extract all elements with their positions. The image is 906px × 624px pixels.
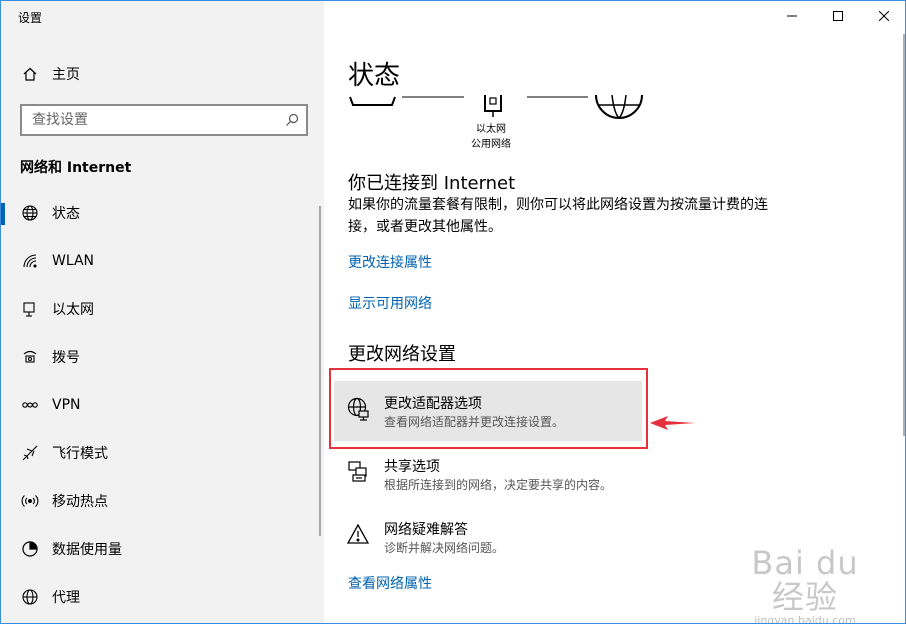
- option-title: 共享选项: [384, 459, 440, 475]
- sidebar-item-proxy[interactable]: 代理: [1, 573, 324, 621]
- sidebar-item-label: 数据使用量: [52, 542, 122, 558]
- minimize-button[interactable]: [769, 1, 815, 31]
- sidebar: 设置 主页 网络和 Internet 状态: [1, 1, 324, 623]
- sidebar-item-ethernet[interactable]: 以太网: [1, 285, 324, 333]
- sidebar-item-status[interactable]: 状态: [1, 189, 324, 237]
- option-description: 查看网络适配器并更改连接设置。: [384, 415, 565, 429]
- warning-icon: [346, 522, 372, 548]
- page-title: 状态: [348, 61, 401, 91]
- baidu-watermark: Bai du 经验 jingyan.baidu.com: [749, 544, 861, 624]
- home-icon: [20, 66, 40, 82]
- maximize-button[interactable]: [815, 1, 861, 31]
- search-icon[interactable]: [284, 112, 300, 132]
- dialup-icon: [20, 347, 40, 367]
- adapter-name: 以太网: [476, 124, 506, 135]
- proxy-globe-icon: [20, 587, 40, 607]
- sidebar-item-label: VPN: [52, 397, 81, 413]
- close-button[interactable]: [861, 1, 905, 31]
- airplane-icon: [20, 443, 40, 463]
- sidebar-item-data-usage[interactable]: 数据使用量: [1, 525, 324, 573]
- settings-window: 设置 主页 网络和 Internet 状态: [0, 0, 906, 624]
- option-description: 根据所连接到的网络，决定要共享的内容。: [384, 478, 613, 492]
- sidebar-item-airplane[interactable]: 飞行模式: [1, 429, 324, 477]
- ethernet-icon: [20, 299, 40, 319]
- home-label: 主页: [52, 67, 80, 83]
- section-title: 网络和 Internet: [20, 160, 132, 176]
- sidebar-item-label: 以太网: [52, 302, 94, 318]
- sharing-options-item[interactable]: 共享选项 根据所连接到的网络，决定要共享的内容。: [334, 444, 642, 504]
- watermark-url: jingyan.baidu.com: [754, 614, 856, 624]
- troubleshoot-item[interactable]: 网络疑难解答 诊断并解决网络问题。: [334, 507, 642, 567]
- sidebar-item-label: 飞行模式: [52, 446, 108, 462]
- option-title: 网络疑难解答: [384, 522, 468, 538]
- search-input[interactable]: [22, 106, 282, 134]
- internet-globe-icon: [595, 94, 643, 119]
- app-title: 设置: [18, 11, 43, 25]
- main-scrollbar[interactable]: [903, 34, 905, 436]
- sidebar-item-dialup[interactable]: 拨号: [1, 333, 324, 381]
- sidebar-item-label: 移动热点: [52, 494, 108, 510]
- sidebar-item-label: 代理: [52, 590, 80, 606]
- option-description: 诊断并解决网络问题。: [384, 541, 505, 555]
- main-content: 状态 以太网 公用网络 你已连接到 Internet 如果你的流量套餐有限制，则…: [324, 1, 905, 624]
- view-network-properties-link[interactable]: 查看网络属性: [348, 573, 432, 593]
- change-connection-properties-link[interactable]: 更改连接属性: [348, 252, 432, 272]
- minimize-icon: [787, 15, 797, 17]
- nav-list: 状态 WLAN 以太网 拨号 VPN 飞行模式 移动热点 数据使用量 代理: [1, 189, 324, 621]
- sidebar-item-vpn[interactable]: VPN: [1, 381, 324, 429]
- connected-description: 如果你的流量套餐有限制，则你可以将此网络设置为按流量计费的连接，或者更改其他属性…: [348, 197, 768, 235]
- red-arrow-icon: [650, 416, 695, 430]
- sidebar-item-wlan[interactable]: WLAN: [1, 237, 324, 285]
- adapter-options-item[interactable]: 更改适配器选项 查看网络适配器并更改连接设置。: [334, 381, 642, 441]
- sidebar-item-label: WLAN: [52, 253, 95, 269]
- network-profile: 公用网络: [471, 139, 511, 150]
- adapter-globe-icon: [346, 396, 372, 422]
- sidebar-item-label: 状态: [52, 206, 80, 222]
- network-diagram: [349, 94, 643, 119]
- sidebar-scrollbar[interactable]: [319, 206, 321, 536]
- wifi-icon: [20, 251, 40, 271]
- vpn-icon: [20, 395, 40, 415]
- watermark-brand: Bai du 经验: [751, 544, 859, 616]
- ethernet-label: 以太网 公用网络: [471, 122, 511, 152]
- hotspot-icon: [20, 491, 40, 511]
- search-box[interactable]: [20, 104, 308, 136]
- sharing-icon: [346, 459, 372, 485]
- show-available-networks-link[interactable]: 显示可用网络: [348, 293, 432, 313]
- globe-icon: [20, 203, 40, 223]
- option-title: 更改适配器选项: [384, 396, 482, 412]
- maximize-icon: [833, 11, 843, 21]
- sidebar-item-label: 拨号: [52, 350, 80, 366]
- pc-icon: [349, 96, 396, 106]
- sidebar-item-hotspot[interactable]: 移动热点: [1, 477, 324, 525]
- connected-heading: 你已连接到 Internet: [348, 173, 516, 194]
- home-nav[interactable]: 主页: [20, 61, 80, 87]
- data-usage-icon: [20, 539, 40, 559]
- close-icon: [879, 11, 889, 21]
- window-controls: [769, 1, 905, 31]
- change-settings-heading: 更改网络设置: [348, 344, 456, 365]
